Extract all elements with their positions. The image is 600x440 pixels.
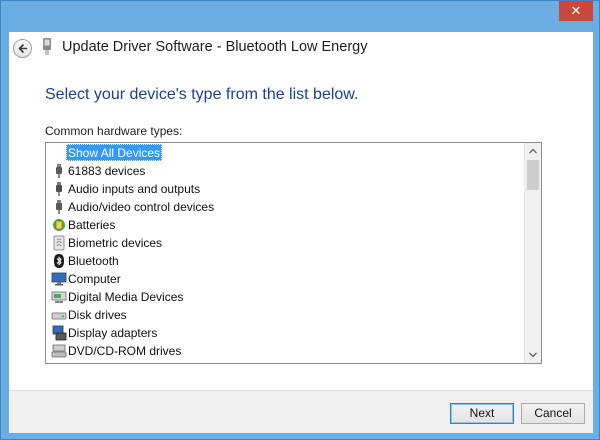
list-item[interactable]: Disk drives	[46, 306, 524, 324]
battery-icon	[53, 219, 65, 231]
plug-icon	[56, 164, 62, 178]
list-item-label: Disk drives	[68, 308, 127, 322]
scroll-up-button[interactable]	[525, 143, 541, 160]
list-item[interactable]: DVD/CD-ROM drives	[46, 342, 524, 360]
list-label: Common hardware types:	[45, 124, 183, 138]
optical-drive-icon	[51, 344, 67, 358]
window-title: Update Driver Software - Bluetooth Low E…	[62, 39, 368, 55]
list-item-label: Audio inputs and outputs	[68, 182, 201, 196]
dialog-footer: Next Cancel	[9, 390, 593, 433]
speaker-icon	[56, 182, 62, 196]
media-device-icon	[51, 291, 67, 303]
back-arrow-icon	[18, 44, 28, 53]
next-button[interactable]: Next	[450, 403, 514, 424]
fingerprint-icon	[53, 235, 65, 251]
close-button[interactable]: ✕	[559, 1, 593, 21]
list-item-label: Computer	[68, 272, 121, 286]
chevron-down-icon	[529, 352, 537, 358]
list-item[interactable]: Display adapters	[46, 324, 524, 342]
list-item[interactable]: Computer	[46, 270, 524, 288]
dialog-content: Select your device's type from the list …	[9, 68, 593, 390]
list-item[interactable]: Show All Devices	[46, 144, 524, 162]
list-item[interactable]: Biometric devices	[46, 234, 524, 252]
list-items: Show All Devices 61883 devices Audio input…	[46, 144, 524, 360]
plug-icon	[56, 200, 62, 214]
list-item-label: Bluetooth	[68, 254, 119, 268]
list-item-label: 61883 devices	[68, 164, 146, 178]
display-adapter-icon	[52, 325, 67, 341]
list-item-label: Display adapters	[68, 326, 158, 340]
list-item-label: Digital Media Devices	[68, 290, 184, 304]
bluetooth-icon	[54, 254, 64, 268]
list-item-label: Show All Devices	[66, 144, 163, 161]
window-frame: ✕ Update Driver Software - Bluetooth Low…	[0, 0, 600, 440]
list-item[interactable]: Audio/video control devices	[46, 198, 524, 216]
vertical-scrollbar[interactable]	[524, 143, 541, 363]
list-item[interactable]: Batteries	[46, 216, 524, 234]
back-button[interactable]	[13, 39, 32, 58]
hardware-type-list[interactable]: Show All Devices 61883 devices Audio input…	[45, 142, 542, 364]
usb-device-icon	[43, 38, 51, 55]
list-item[interactable]: Bluetooth	[46, 252, 524, 270]
dialog-header: Update Driver Software - Bluetooth Low E…	[9, 32, 593, 68]
page-heading: Select your device's type from the list …	[45, 86, 359, 103]
list-item[interactable]: Audio inputs and outputs	[46, 180, 524, 198]
monitor-icon	[51, 272, 67, 286]
scroll-thumb[interactable]	[527, 160, 539, 190]
scroll-down-button[interactable]	[525, 346, 541, 363]
list-item-label: Audio/video control devices	[68, 200, 215, 214]
list-item-label: DVD/CD-ROM drives	[68, 344, 182, 358]
disk-drive-icon	[51, 312, 67, 320]
list-item-label: Batteries	[68, 218, 116, 232]
chevron-up-icon	[529, 148, 537, 154]
list-item-label: Biometric devices	[68, 236, 163, 250]
list-item[interactable]: 61883 devices	[46, 162, 524, 180]
cancel-button[interactable]: Cancel	[521, 403, 585, 424]
list-item[interactable]: Digital Media Devices	[46, 288, 524, 306]
